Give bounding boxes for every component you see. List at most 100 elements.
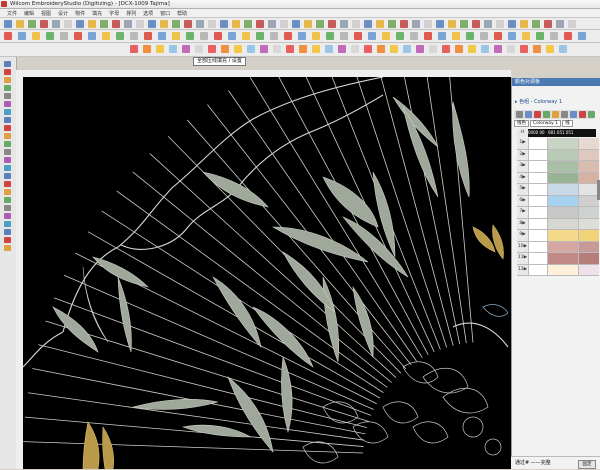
toolbar-button-icon[interactable] <box>508 20 516 28</box>
palette-select-cell[interactable] <box>528 218 547 229</box>
toolbar-button-icon[interactable] <box>273 45 281 53</box>
toolbar-button-icon[interactable] <box>410 32 418 40</box>
thread-color-swatch-alt[interactable] <box>578 184 599 195</box>
toolbar-button-icon[interactable] <box>455 45 463 53</box>
palette-select-cell[interactable] <box>528 184 547 195</box>
toolbar-button-icon[interactable] <box>160 20 168 28</box>
toolbar-button-icon[interactable] <box>564 32 572 40</box>
tool-icon[interactable] <box>4 213 11 219</box>
toolbar-button-icon[interactable] <box>442 45 450 53</box>
toolbar-button-icon[interactable] <box>292 20 300 28</box>
toolbar-button-icon[interactable] <box>390 45 398 53</box>
toolbar-button-icon[interactable] <box>200 32 208 40</box>
thread-color-swatch-alt[interactable] <box>578 253 599 264</box>
toolbar-button-icon[interactable] <box>412 20 420 28</box>
toolbar-button-icon[interactable] <box>466 32 474 40</box>
thread-color-swatch-alt[interactable] <box>578 230 599 241</box>
toolbar-button-icon[interactable] <box>396 32 404 40</box>
toolbar-button-icon[interactable] <box>326 32 334 40</box>
toolbar-button-icon[interactable] <box>472 20 480 28</box>
toolbar-button-icon[interactable] <box>52 20 60 28</box>
toolbar-button-icon[interactable] <box>507 45 515 53</box>
toolbar-button-icon[interactable] <box>559 45 567 53</box>
panel-tool-icon[interactable] <box>570 111 577 118</box>
toolbar-button-icon[interactable] <box>124 20 132 28</box>
palette-row[interactable]: 10▶ <box>517 241 599 253</box>
toolbar-button-icon[interactable] <box>4 20 12 28</box>
toolbar-button-icon[interactable] <box>182 45 190 53</box>
toolbar-button-icon[interactable] <box>172 20 180 28</box>
toolbar-button-icon[interactable] <box>494 32 502 40</box>
toolbar-button-icon[interactable] <box>260 45 268 53</box>
thread-color-swatch[interactable] <box>547 241 578 252</box>
panel-tab[interactable]: 线色 <box>514 120 529 127</box>
palette-row[interactable]: 8▶ <box>517 218 599 230</box>
toolbar-button-icon[interactable] <box>136 20 144 28</box>
palette-select-cell[interactable] <box>528 230 547 241</box>
thread-color-swatch-alt[interactable] <box>578 207 599 218</box>
toolbar-button-icon[interactable] <box>284 32 292 40</box>
toolbar-button-icon[interactable] <box>76 20 84 28</box>
toolbar-button-icon[interactable] <box>468 45 476 53</box>
toolbar-button-icon[interactable] <box>533 45 541 53</box>
toolbar-button-icon[interactable] <box>377 45 385 53</box>
menu-item[interactable]: 字母 <box>109 10 119 17</box>
palette-select-cell[interactable] <box>528 195 547 206</box>
thread-color-swatch[interactable] <box>547 264 578 275</box>
toolbar-button-icon[interactable] <box>354 32 362 40</box>
tool-icon[interactable] <box>4 221 11 227</box>
toolbar-button-icon[interactable] <box>299 45 307 53</box>
toolbar-button-icon[interactable] <box>195 45 203 53</box>
palette-row[interactable]: 4▶ <box>517 172 599 184</box>
toolbar-button-icon[interactable] <box>40 20 48 28</box>
toolbar-button-icon[interactable] <box>328 20 336 28</box>
toolbar-button-icon[interactable] <box>481 45 489 53</box>
panel-tool-icon[interactable] <box>516 111 523 118</box>
toolbar-button-icon[interactable] <box>298 32 306 40</box>
toolbar-button-icon[interactable] <box>214 32 222 40</box>
toolbar-button-icon[interactable] <box>352 20 360 28</box>
toolbar-button-icon[interactable] <box>316 20 324 28</box>
toolbar-button-icon[interactable] <box>28 20 36 28</box>
toolbar-button-icon[interactable] <box>522 32 530 40</box>
thread-color-swatch[interactable] <box>547 207 578 218</box>
palette-row[interactable]: 12▶ <box>517 264 599 276</box>
toolbar-button-icon[interactable] <box>460 20 468 28</box>
toolbar-button-icon[interactable] <box>351 45 359 53</box>
tool-icon[interactable] <box>4 173 11 179</box>
toolbar-button-icon[interactable] <box>46 32 54 40</box>
tool-icon[interactable] <box>4 69 11 75</box>
thread-color-swatch-alt[interactable] <box>578 195 599 206</box>
thread-color-swatch[interactable] <box>547 138 578 149</box>
menu-item[interactable]: 设计 <box>58 10 68 17</box>
toolbar-button-icon[interactable] <box>144 32 152 40</box>
palette-row[interactable]: 7▶ <box>517 207 599 219</box>
toolbar-button-icon[interactable] <box>368 32 376 40</box>
toolbar-button-icon[interactable] <box>424 20 432 28</box>
toolbar-button-icon[interactable] <box>403 45 411 53</box>
toolbar-button-icon[interactable] <box>148 20 156 28</box>
toolbar-button-icon[interactable] <box>546 45 554 53</box>
toolbar-button-icon[interactable] <box>156 45 164 53</box>
tool-icon[interactable] <box>4 205 11 211</box>
panel-tool-icon[interactable] <box>525 111 532 118</box>
tool-icon[interactable] <box>4 197 11 203</box>
colorway-selector[interactable]: ▸ 色组 - Colorway 1 <box>512 98 600 106</box>
toolbar-button-icon[interactable] <box>130 45 138 53</box>
thread-color-swatch-alt[interactable] <box>578 218 599 229</box>
toolbar-button-icon[interactable] <box>221 45 229 53</box>
menu-item[interactable]: 窗口 <box>160 10 170 17</box>
menu-item[interactable]: 选项 <box>143 10 153 17</box>
toolbar-button-icon[interactable] <box>532 20 540 28</box>
panel-tool-icon[interactable] <box>561 111 568 118</box>
toolbar-button-icon[interactable] <box>340 20 348 28</box>
toolbar-button-icon[interactable] <box>234 45 242 53</box>
thread-color-swatch-alt[interactable] <box>578 172 599 183</box>
tool-icon[interactable] <box>4 141 11 147</box>
toolbar-button-icon[interactable] <box>556 20 564 28</box>
thread-color-swatch[interactable] <box>547 172 578 183</box>
tool-icon[interactable] <box>4 181 11 187</box>
panel-tab[interactable]: Colorway 1 <box>530 120 562 127</box>
toolbar-button-icon[interactable] <box>520 20 528 28</box>
toolbar-button-icon[interactable] <box>544 20 552 28</box>
